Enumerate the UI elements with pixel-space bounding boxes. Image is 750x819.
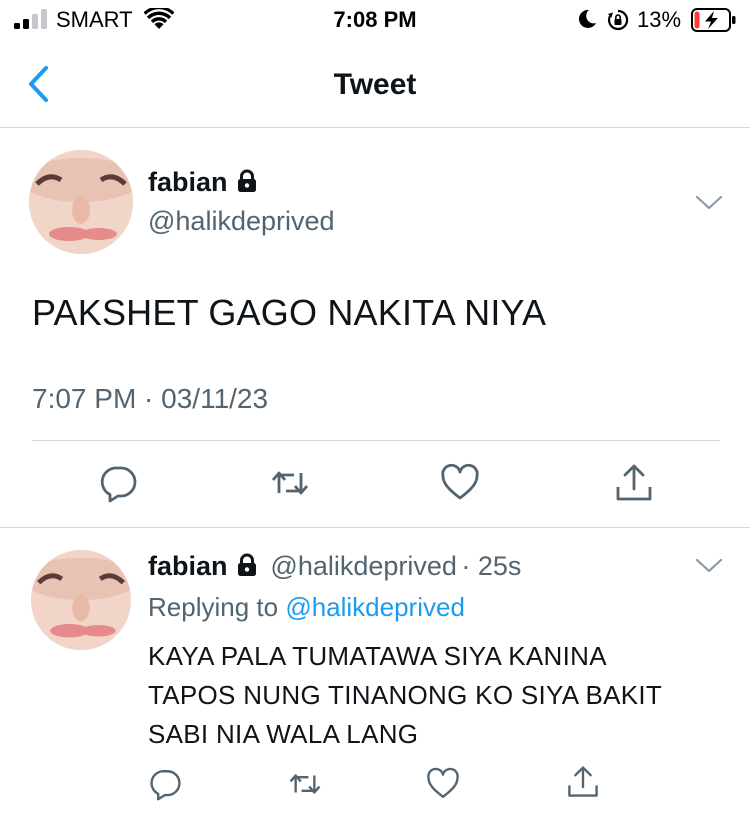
battery-percent: 13% <box>637 7 682 32</box>
replying-to-label: Replying to <box>148 592 279 622</box>
share-icon[interactable] <box>614 463 654 503</box>
tweet-text: PAKSHET GAGO NAKITA NIYA <box>32 292 547 333</box>
reply-author-handle[interactable]: @halikdeprived <box>270 551 457 581</box>
reply-text-line: TAPOS NUNG TINANONG KO SIYA BAKIT <box>148 680 663 710</box>
reply-author-row: fabian @halikdeprived · 25s <box>148 551 521 582</box>
reply-text-line: KAYA PALA TUMATAWA SIYA KANINA <box>148 641 607 671</box>
author-name[interactable]: fabian <box>148 167 228 197</box>
retweet-icon[interactable] <box>288 767 322 801</box>
like-icon[interactable] <box>440 463 480 503</box>
retweet-icon[interactable] <box>270 463 310 503</box>
share-icon[interactable] <box>566 765 600 799</box>
status-bar: SMART 7:08 PM 13% <box>0 0 750 40</box>
chevron-down-icon[interactable] <box>694 556 724 576</box>
thread-divider <box>0 527 750 528</box>
author-handle[interactable]: @halikdeprived <box>148 206 335 237</box>
reply-text: KAYA PALA TUMATAWA SIYA KANINA TAPOS NUN… <box>148 637 662 754</box>
reply-icon[interactable] <box>98 463 138 503</box>
lock-icon <box>237 553 256 576</box>
reply-text-line: SABI NIA WALA LANG <box>148 719 419 749</box>
battery-charging-icon <box>691 8 736 32</box>
page-title: Tweet <box>333 68 417 101</box>
reply-author-name[interactable]: fabian <box>148 551 228 581</box>
replying-to-handle[interactable]: @halikdeprived <box>285 592 465 622</box>
avatar-image <box>31 550 131 650</box>
avatar-image <box>29 150 133 254</box>
reply-icon[interactable] <box>148 767 182 801</box>
like-icon[interactable] <box>426 767 460 801</box>
chevron-down-icon[interactable] <box>694 193 724 213</box>
meta-divider <box>32 440 720 441</box>
avatar[interactable] <box>29 150 133 254</box>
lock-icon <box>237 169 256 192</box>
replying-to: Replying to @halikdeprived <box>148 592 465 623</box>
rotation-lock-icon <box>607 9 629 31</box>
reply-age: · 25s <box>461 551 522 581</box>
author-name-row: fabian <box>148 167 258 198</box>
header-divider <box>0 127 750 128</box>
tweet-timestamp[interactable]: 7:07 PM · 03/11/23 <box>32 383 268 415</box>
moon-icon <box>578 9 596 28</box>
reply-avatar[interactable] <box>31 550 131 650</box>
